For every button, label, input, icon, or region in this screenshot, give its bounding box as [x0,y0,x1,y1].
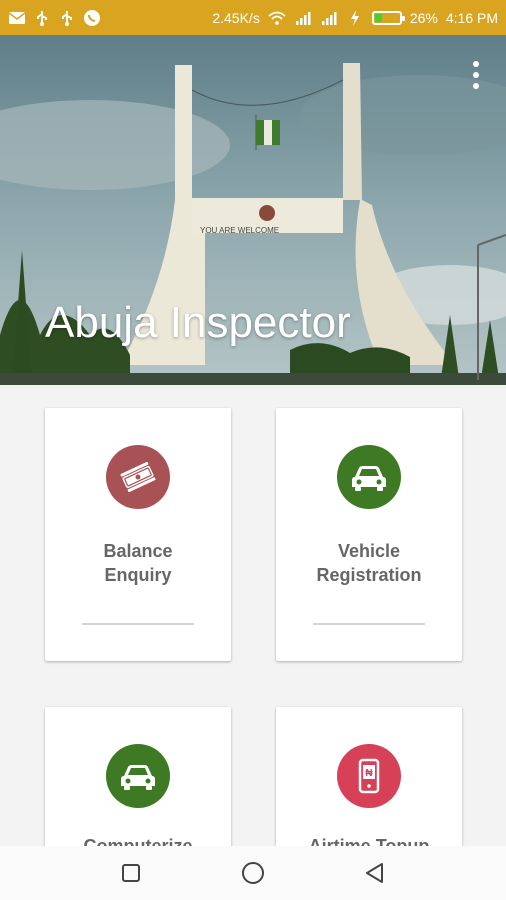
notification-icons [8,9,101,27]
card-divider [313,623,425,625]
app-title: Abuja Inspector [45,298,351,347]
svg-text:YOU ARE WELCOME: YOU ARE WELCOME [200,226,279,235]
card-label: Balance Enquiry [45,539,231,587]
wifi-icon [268,9,286,27]
money-icon [106,445,170,509]
square-icon [122,864,140,882]
card-label-line: Balance [103,541,173,561]
recents-button[interactable] [116,858,146,888]
signal-icon [294,9,312,27]
usb-icon [33,9,51,27]
more-vertical-icon[interactable] [468,61,484,89]
signal-icon [320,9,338,27]
balance-enquiry-card[interactable]: Balance Enquiry [45,408,231,661]
circle-icon [242,862,264,884]
usb-icon [58,9,76,27]
card-label-line: Registration [316,565,422,585]
home-button[interactable] [238,858,268,888]
whatsapp-icon [83,9,101,27]
charging-icon [346,9,364,27]
navigation-bar [0,846,506,900]
card-label-line: Vehicle [337,541,401,561]
mobile-topup-icon: ₦ [337,744,401,808]
clock: 4:16 PM [445,9,498,26]
battery-percent: 26% [409,9,438,26]
card-label-line: Enquiry [104,565,172,585]
battery-level [374,13,382,22]
vehicle-registration-card[interactable]: Vehicle Registration [276,408,462,661]
back-triangle-icon [366,863,383,883]
back-button[interactable] [360,858,390,888]
card-label: Vehicle Registration [276,539,462,587]
battery-icon [371,10,405,25]
car-icon [106,744,170,808]
svg-text:₦: ₦ [365,768,373,779]
mail-icon [8,9,26,27]
car-icon [337,445,401,509]
system-status: 2.45K/s 26% 4:16 PM [212,9,498,27]
header-image: YOU ARE WELCOME Abuja Inspector [0,35,506,385]
status-bar: 2.45K/s 26% 4:16 PM [0,0,506,35]
net-speed: 2.45K/s [212,9,260,26]
card-divider [82,623,194,625]
